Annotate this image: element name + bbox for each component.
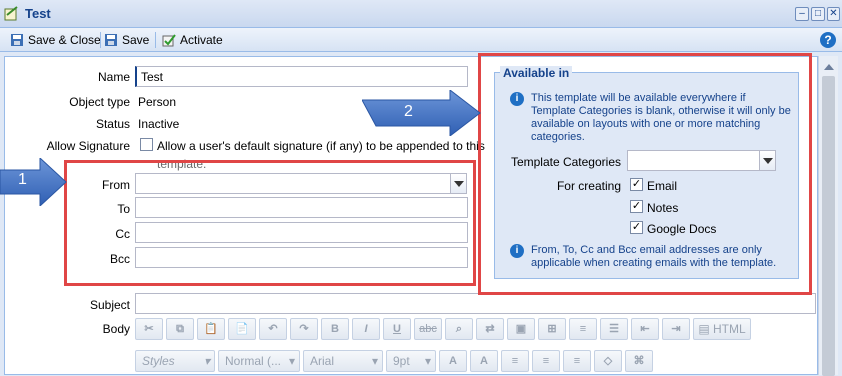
bold-button[interactable]: B <box>321 318 349 340</box>
name-label: Name <box>97 70 130 84</box>
text-color-icon[interactable]: A <box>439 350 467 372</box>
annotation-arrow-2-label: 2 <box>404 103 413 120</box>
annotation-box-1 <box>64 160 476 286</box>
scroll-thumb[interactable] <box>822 76 835 376</box>
object-type-label: Object type <box>69 95 130 109</box>
save-button[interactable]: Save <box>104 31 149 49</box>
minimize-button[interactable]: – <box>795 7 809 21</box>
font-dropdown[interactable]: Arial <box>303 350 383 372</box>
html-icon: ▤ <box>698 322 713 336</box>
status-value: Inactive <box>138 117 180 131</box>
maximize-button[interactable]: □ <box>811 7 825 21</box>
redo-icon[interactable]: ↷ <box>290 318 318 340</box>
annotation-box-2 <box>478 53 812 295</box>
save-close-button[interactable]: Save & Close <box>10 31 101 49</box>
status-label: Status <box>95 117 130 131</box>
allow-signature-text: Allow a user's default signature (if any… <box>157 139 485 153</box>
allow-signature-label: Allow Signature <box>46 139 130 153</box>
allow-signature-checkbox[interactable] <box>140 138 153 151</box>
scroll-up-icon[interactable] <box>824 64 834 70</box>
styles-dropdown[interactable]: Styles <box>135 350 215 372</box>
underline-button[interactable]: U <box>383 318 411 340</box>
toolbar: Save & Close Save Activate ? <box>0 28 842 52</box>
window-title: Test <box>25 6 51 21</box>
source-icon[interactable]: ⌘ <box>625 350 653 372</box>
italic-button[interactable]: I <box>352 318 380 340</box>
subject-field[interactable] <box>135 293 816 314</box>
outdent-icon[interactable]: ⇤ <box>631 318 659 340</box>
name-field[interactable] <box>135 66 468 87</box>
cut-icon[interactable]: ✂ <box>135 318 163 340</box>
html-button[interactable]: ▤ HTML <box>693 318 751 340</box>
strikethrough-button[interactable]: abc <box>414 318 442 340</box>
bullet-list-icon[interactable]: ☰ <box>600 318 628 340</box>
find-icon[interactable]: ⌕ <box>445 318 473 340</box>
activate-icon <box>162 34 176 47</box>
editor-toolbar-row-2: Styles Normal (... Arial 9pt A A ≡ ≡ ≡ ◇… <box>135 350 653 374</box>
toolbar-separator <box>100 32 101 48</box>
align-center-icon[interactable]: ≡ <box>532 350 560 372</box>
save-icon <box>105 34 117 46</box>
table-icon[interactable]: ⊞ <box>538 318 566 340</box>
align-right-icon[interactable]: ≡ <box>563 350 591 372</box>
title-bar: Test – □ ✕ <box>0 0 842 28</box>
size-dropdown[interactable]: 9pt <box>386 350 436 372</box>
template-icon <box>4 6 18 21</box>
eraser-icon[interactable]: ◇ <box>594 350 622 372</box>
toolbar-separator <box>155 32 156 48</box>
paste-icon[interactable]: 📋 <box>197 318 225 340</box>
close-button[interactable]: ✕ <box>827 7 840 21</box>
replace-icon[interactable]: ⇄ <box>476 318 504 340</box>
editor-toolbar-row-1: ✂ ⧉ 📋 📄 ↶ ↷ B I U abc ⌕ ⇄ ▣ ⊞ ≡ ☰ ⇤ ⇥ ▤ … <box>135 318 751 342</box>
annotation-arrow-1 <box>0 158 67 206</box>
help-icon[interactable]: ? <box>820 32 836 48</box>
ordered-list-icon[interactable]: ≡ <box>569 318 597 340</box>
annotation-arrow-2 <box>362 90 481 136</box>
format-dropdown[interactable]: Normal (... <box>218 350 300 372</box>
copy-icon[interactable]: ⧉ <box>166 318 194 340</box>
save-close-icon <box>11 34 23 46</box>
body-label: Body <box>102 322 130 336</box>
align-left-icon[interactable]: ≡ <box>501 350 529 372</box>
indent-icon[interactable]: ⇥ <box>662 318 690 340</box>
scrollbar[interactable] <box>818 56 838 376</box>
paste-word-icon[interactable]: 📄 <box>228 318 256 340</box>
image-icon[interactable]: ▣ <box>507 318 535 340</box>
object-type-value: Person <box>138 95 177 109</box>
annotation-arrow-1-label: 1 <box>18 171 27 188</box>
subject-label: Subject <box>89 298 130 312</box>
bg-color-icon[interactable]: A <box>470 350 498 372</box>
undo-icon[interactable]: ↶ <box>259 318 287 340</box>
activate-button[interactable]: Activate <box>162 31 223 49</box>
